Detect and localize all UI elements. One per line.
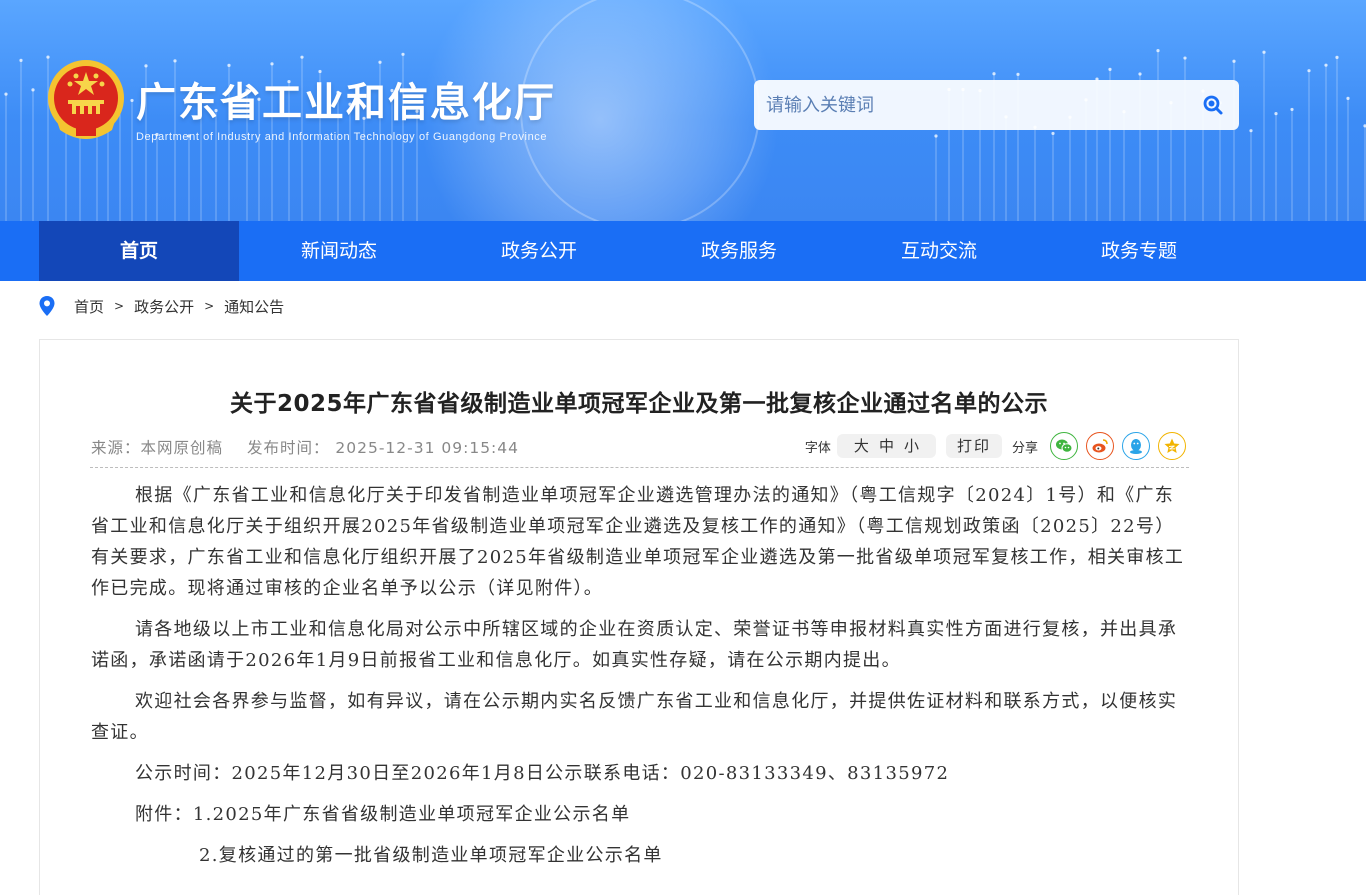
nav-item-home[interactable]: 首页 <box>39 221 239 281</box>
print-button[interactable]: 打印 <box>945 434 1002 458</box>
nav-item-topics[interactable]: 政务专题 <box>1039 221 1239 281</box>
breadcrumb-home[interactable]: 首页 <box>74 296 104 317</box>
nav-item-interaction[interactable]: 互动交流 <box>839 221 1039 281</box>
article-publish-time: 发布时间： 2025-12-31 09:15:44 <box>246 439 519 457</box>
font-size-large[interactable]: 大 <box>854 437 869 455</box>
nav-item-services[interactable]: 政务服务 <box>639 221 839 281</box>
wechat-icon[interactable] <box>1050 432 1078 460</box>
article-paragraph: 根据《广东省工业和信息化厅关于印发省制造业单项冠军企业遴选管理办法的通知》（粤工… <box>91 485 1185 599</box>
article-paragraph: 欢迎社会各界参与监督，如有异议，请在公示期内实名反馈广东省工业和信息化厅，并提供… <box>91 691 1178 743</box>
article-source: 来源：本网原创稿 <box>91 439 224 457</box>
attachment-link[interactable]: 附件：1.2025年广东省省级制造业单项冠军企业公示名单 <box>91 799 1189 830</box>
weibo-icon[interactable] <box>1086 432 1114 460</box>
article-container: 关于2025年广东省省级制造业单项冠军企业及第一批复核企业通过名单的公示 来源：… <box>39 339 1239 895</box>
font-size-switcher: 大中小 <box>836 434 936 458</box>
qq-icon[interactable] <box>1122 432 1150 460</box>
breadcrumb-government-affairs[interactable]: 政务公开 <box>134 296 194 317</box>
nav-item-government-affairs[interactable]: 政务公开 <box>439 221 639 281</box>
article-paragraph: 请各地级以上市工业和信息化局对公示中所辖区域的企业在资质认定、荣誉证书等申报材料… <box>91 619 1178 671</box>
article-paragraph: 公示时间：2025年12月30日至2026年1月8日公示联系电话：020-831… <box>135 763 950 784</box>
font-size-medium[interactable]: 中 <box>879 437 894 455</box>
site-title[interactable]: 广东省工业和信息化厅 <box>136 70 556 128</box>
breadcrumb-separator: > <box>204 299 215 313</box>
breadcrumb-separator: > <box>114 299 125 313</box>
main-nav: 首页 新闻动态 政务公开 政务服务 互动交流 政务专题 <box>0 221 1366 281</box>
header-banner: 广东省工业和信息化厅 Department of Industry and In… <box>0 0 1366 221</box>
nav-item-news[interactable]: 新闻动态 <box>239 221 439 281</box>
location-pin-icon <box>39 296 55 316</box>
breadcrumb: 首页 > 政务公开 > 通知公告 <box>38 294 284 318</box>
site-subtitle: Department of Industry and Information T… <box>136 131 548 143</box>
article-meta: 来源：本网原创稿 发布时间： 2025-12-31 09:15:44 <box>91 436 519 458</box>
national-emblem-icon <box>48 60 124 139</box>
font-size-small[interactable]: 小 <box>904 437 919 455</box>
attachment-link[interactable]: 2.复核通过的第一批省级制造业单项冠军企业公示名单 <box>91 840 1189 871</box>
search-input[interactable] <box>754 80 1184 130</box>
article-body: 根据《广东省工业和信息化厅关于印发省制造业单项冠军企业遴选管理办法的通知》（粤工… <box>91 480 1189 881</box>
breadcrumb-notices[interactable]: 通知公告 <box>224 296 284 317</box>
search-icon[interactable] <box>1201 93 1225 117</box>
font-size-label: 字体 <box>804 440 831 456</box>
meta-divider <box>90 467 1189 468</box>
qzone-icon[interactable] <box>1158 432 1186 460</box>
article-tools: 字体 大中小 打印 分享 <box>805 432 1186 460</box>
share-label: 分享 <box>1011 440 1038 456</box>
search-box <box>754 80 1239 130</box>
article-title: 关于2025年广东省省级制造业单项冠军企业及第一批复核企业通过名单的公示 <box>229 391 1048 417</box>
